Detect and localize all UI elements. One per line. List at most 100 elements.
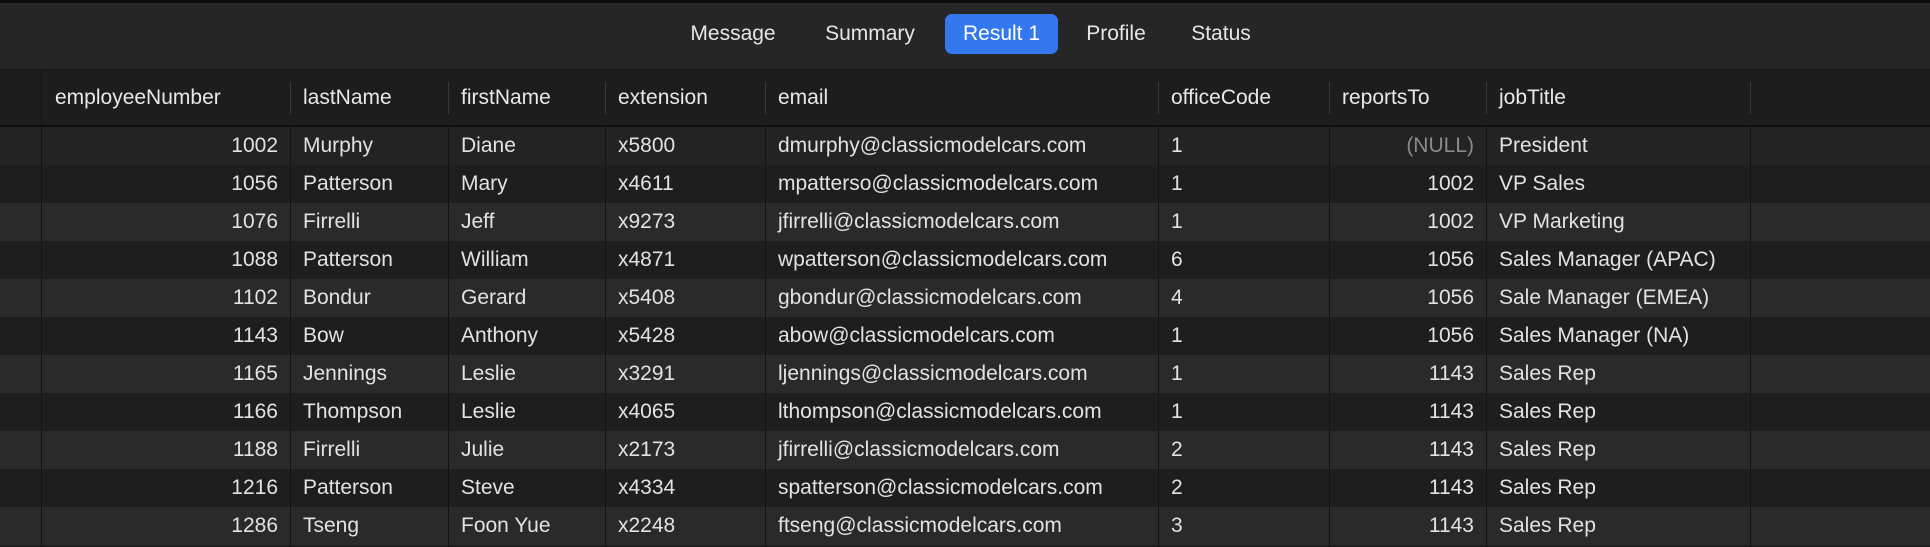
- cell-extension[interactable]: x5800: [605, 127, 765, 165]
- cell-reports-to[interactable]: 1143: [1329, 469, 1486, 507]
- cell-email[interactable]: spatterson@classicmodelcars.com: [765, 469, 1158, 507]
- cell-employee-number[interactable]: 1143: [42, 317, 290, 355]
- cell-email[interactable]: ljennings@classicmodelcars.com: [765, 355, 1158, 393]
- cell-reports-to[interactable]: 1056: [1329, 241, 1486, 279]
- cell-first-name[interactable]: Julie: [448, 431, 605, 469]
- cell-first-name[interactable]: Leslie: [448, 355, 605, 393]
- cell-job-title[interactable]: Sales Manager (NA): [1486, 317, 1750, 355]
- cell-last-name[interactable]: Bondur: [290, 279, 448, 317]
- cell-email[interactable]: jfirrelli@classicmodelcars.com: [765, 203, 1158, 241]
- cell-email[interactable]: wpatterson@classicmodelcars.com: [765, 241, 1158, 279]
- cell-reports-to[interactable]: 1143: [1329, 393, 1486, 431]
- cell-extension[interactable]: x4611: [605, 165, 765, 203]
- cell-office-code[interactable]: 1: [1158, 317, 1329, 355]
- cell-reports-to[interactable]: 1143: [1329, 507, 1486, 545]
- column-header-reports-to[interactable]: reportsTo: [1329, 70, 1486, 125]
- cell-reports-to[interactable]: 1143: [1329, 355, 1486, 393]
- cell-first-name[interactable]: William: [448, 241, 605, 279]
- cell-last-name[interactable]: Patterson: [290, 241, 448, 279]
- column-header-employee-number[interactable]: employeeNumber: [42, 70, 290, 125]
- cell-last-name[interactable]: Tseng: [290, 507, 448, 545]
- cell-email[interactable]: jfirrelli@classicmodelcars.com: [765, 431, 1158, 469]
- cell-extension[interactable]: x9273: [605, 203, 765, 241]
- cell-first-name[interactable]: Foon Yue: [448, 507, 605, 545]
- cell-reports-to[interactable]: 1002: [1329, 203, 1486, 241]
- cell-employee-number[interactable]: 1166: [42, 393, 290, 431]
- tab-result-1[interactable]: Result 1: [945, 14, 1058, 54]
- cell-email[interactable]: dmurphy@classicmodelcars.com: [765, 127, 1158, 165]
- cell-first-name[interactable]: Gerard: [448, 279, 605, 317]
- cell-last-name[interactable]: Firrelli: [290, 203, 448, 241]
- cell-extension[interactable]: x3291: [605, 355, 765, 393]
- cell-office-code[interactable]: 1: [1158, 127, 1329, 165]
- tab-summary[interactable]: Summary: [808, 14, 932, 54]
- cell-extension[interactable]: x4334: [605, 469, 765, 507]
- cell-extension[interactable]: x4871: [605, 241, 765, 279]
- cell-last-name[interactable]: Thompson: [290, 393, 448, 431]
- cell-job-title[interactable]: Sales Rep: [1486, 469, 1750, 507]
- cell-reports-to[interactable]: 1143: [1329, 431, 1486, 469]
- cell-email[interactable]: abow@classicmodelcars.com: [765, 317, 1158, 355]
- cell-first-name[interactable]: Diane: [448, 127, 605, 165]
- cell-last-name[interactable]: Patterson: [290, 165, 448, 203]
- cell-job-title[interactable]: President: [1486, 127, 1750, 165]
- cell-reports-to[interactable]: 1002: [1329, 165, 1486, 203]
- cell-job-title[interactable]: Sales Manager (APAC): [1486, 241, 1750, 279]
- cell-office-code[interactable]: 4: [1158, 279, 1329, 317]
- column-header-email[interactable]: email: [765, 70, 1158, 125]
- cell-reports-to[interactable]: (NULL): [1329, 127, 1486, 165]
- cell-employee-number[interactable]: 1188: [42, 431, 290, 469]
- cell-office-code[interactable]: 1: [1158, 393, 1329, 431]
- cell-job-title[interactable]: Sales Rep: [1486, 431, 1750, 469]
- column-header-extension[interactable]: extension: [605, 70, 765, 125]
- cell-office-code[interactable]: 2: [1158, 469, 1329, 507]
- cell-office-code[interactable]: 6: [1158, 241, 1329, 279]
- cell-employee-number[interactable]: 1056: [42, 165, 290, 203]
- cell-job-title[interactable]: VP Marketing: [1486, 203, 1750, 241]
- cell-office-code[interactable]: 1: [1158, 165, 1329, 203]
- cell-office-code[interactable]: 1: [1158, 203, 1329, 241]
- column-header-office-code[interactable]: officeCode: [1158, 70, 1329, 125]
- cell-reports-to[interactable]: 1056: [1329, 279, 1486, 317]
- cell-extension[interactable]: x5408: [605, 279, 765, 317]
- cell-employee-number[interactable]: 1286: [42, 507, 290, 545]
- cell-reports-to[interactable]: 1056: [1329, 317, 1486, 355]
- cell-email[interactable]: gbondur@classicmodelcars.com: [765, 279, 1158, 317]
- column-header-job-title[interactable]: jobTitle: [1486, 70, 1750, 125]
- column-header-last-name[interactable]: lastName: [290, 70, 448, 125]
- cell-office-code[interactable]: 3: [1158, 507, 1329, 545]
- cell-extension[interactable]: x2173: [605, 431, 765, 469]
- cell-extension[interactable]: x4065: [605, 393, 765, 431]
- cell-job-title[interactable]: Sales Rep: [1486, 507, 1750, 545]
- cell-email[interactable]: ftseng@classicmodelcars.com: [765, 507, 1158, 545]
- cell-employee-number[interactable]: 1216: [42, 469, 290, 507]
- cell-employee-number[interactable]: 1002: [42, 127, 290, 165]
- cell-job-title[interactable]: Sale Manager (EMEA): [1486, 279, 1750, 317]
- cell-first-name[interactable]: Steve: [448, 469, 605, 507]
- tab-profile[interactable]: Profile: [1070, 14, 1162, 54]
- cell-extension[interactable]: x2248: [605, 507, 765, 545]
- tab-status[interactable]: Status: [1175, 14, 1267, 54]
- cell-job-title[interactable]: VP Sales: [1486, 165, 1750, 203]
- cell-employee-number[interactable]: 1165: [42, 355, 290, 393]
- cell-employee-number[interactable]: 1102: [42, 279, 290, 317]
- cell-last-name[interactable]: Bow: [290, 317, 448, 355]
- cell-last-name[interactable]: Murphy: [290, 127, 448, 165]
- cell-first-name[interactable]: Leslie: [448, 393, 605, 431]
- cell-last-name[interactable]: Firrelli: [290, 431, 448, 469]
- cell-job-title[interactable]: Sales Rep: [1486, 393, 1750, 431]
- cell-extension[interactable]: x5428: [605, 317, 765, 355]
- cell-office-code[interactable]: 1: [1158, 355, 1329, 393]
- cell-last-name[interactable]: Jennings: [290, 355, 448, 393]
- cell-employee-number[interactable]: 1088: [42, 241, 290, 279]
- cell-email[interactable]: mpatterso@classicmodelcars.com: [765, 165, 1158, 203]
- column-resize-handle[interactable]: [1750, 82, 1751, 114]
- cell-first-name[interactable]: Anthony: [448, 317, 605, 355]
- cell-employee-number[interactable]: 1076: [42, 203, 290, 241]
- cell-last-name[interactable]: Patterson: [290, 469, 448, 507]
- cell-office-code[interactable]: 2: [1158, 431, 1329, 469]
- cell-email[interactable]: lthompson@classicmodelcars.com: [765, 393, 1158, 431]
- tab-message[interactable]: Message: [670, 14, 796, 54]
- column-header-first-name[interactable]: firstName: [448, 70, 605, 125]
- cell-first-name[interactable]: Jeff: [448, 203, 605, 241]
